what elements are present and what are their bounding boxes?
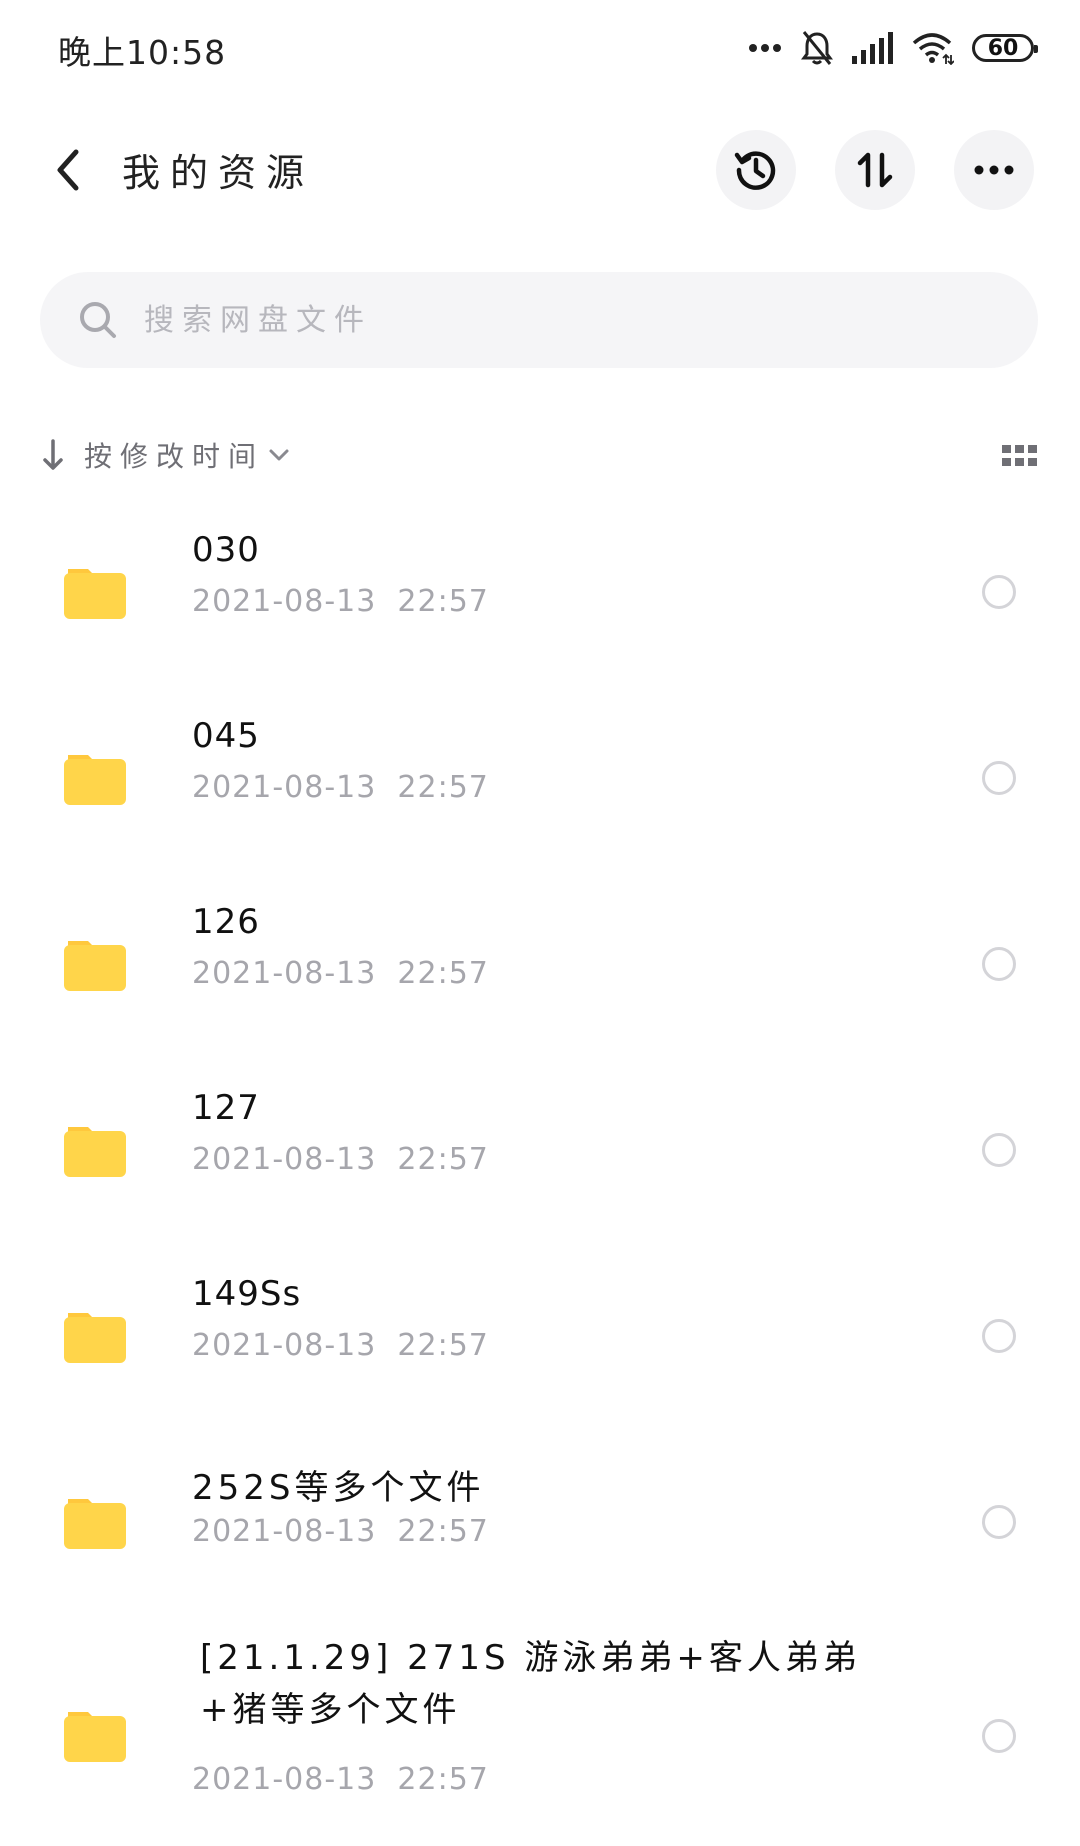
battery-level: 60 — [987, 35, 1019, 61]
status-icons: 60 — [748, 26, 1038, 70]
file-date: 2021-08-13 22:57 — [192, 584, 489, 619]
transfer-icon — [857, 152, 893, 188]
bell-off-icon — [800, 30, 834, 66]
folder-icon — [64, 1499, 126, 1549]
grid-icon — [1002, 445, 1037, 466]
select-checkbox[interactable] — [982, 1505, 1016, 1539]
file-name: [21.1.29] 271S 游泳弟弟+客人弟弟+猪等多个文件 — [200, 1638, 861, 1730]
folder-icon — [64, 1712, 126, 1762]
more-horizontal-icon — [974, 165, 1014, 175]
sort-label: 按修改时间 — [84, 440, 265, 473]
wifi-icon — [912, 31, 954, 65]
file-name: 149Ss — [192, 1274, 302, 1314]
file-date: 2021-08-13 22:57 — [192, 1142, 489, 1177]
file-list: 030 2021-08-13 22:57 045 2021-08-13 22:5… — [0, 500, 1080, 1846]
list-item[interactable]: 127 2021-08-13 22:57 — [0, 1058, 1080, 1244]
chevron-down-icon — [269, 449, 289, 461]
file-date: 2021-08-13 22:57 — [192, 1514, 489, 1549]
history-icon — [734, 151, 776, 190]
folder-icon — [64, 1127, 126, 1177]
select-checkbox[interactable] — [982, 947, 1016, 981]
select-checkbox[interactable] — [982, 1719, 1016, 1753]
list-item[interactable]: 045 2021-08-13 22:57 — [0, 686, 1080, 872]
sort-arrow-down-icon — [43, 439, 63, 470]
folder-icon — [64, 569, 126, 619]
status-time: 晚上10:58 — [58, 33, 227, 72]
file-name: 045 — [192, 716, 260, 756]
list-item[interactable]: 149Ss 2021-08-13 22:57 — [0, 1244, 1080, 1430]
folder-icon — [64, 1313, 126, 1363]
select-checkbox[interactable] — [982, 761, 1016, 795]
file-name: 252S等多个文件 — [192, 1468, 485, 1508]
file-date: 2021-08-13 22:57 — [192, 956, 489, 991]
file-name: 030 — [192, 530, 260, 570]
file-name: 127 — [192, 1088, 260, 1128]
transfer-button[interactable] — [835, 130, 915, 210]
history-button[interactable] — [716, 130, 796, 210]
file-name: 126 — [192, 902, 260, 942]
file-date: 2021-08-13 22:57 — [192, 770, 489, 805]
back-button[interactable] — [40, 142, 96, 198]
file-date: 2021-08-13 22:57 — [192, 1762, 489, 1797]
file-date: 2021-08-13 22:57 — [192, 1328, 489, 1363]
sort-toolbar: 按修改时间 — [40, 430, 1038, 480]
select-checkbox[interactable] — [982, 575, 1016, 609]
folder-icon — [64, 755, 126, 805]
sort-dropdown[interactable]: 按修改时间 — [40, 430, 290, 480]
list-item[interactable]: 252S等多个文件 2021-08-13 22:57 — [0, 1430, 1080, 1616]
page-title: 我的资源 — [122, 151, 315, 195]
search-bar[interactable] — [40, 272, 1038, 368]
status-bar: 晚上10:58 60 — [0, 0, 1080, 96]
signal-icon — [852, 32, 894, 64]
more-options-button[interactable] — [954, 130, 1034, 210]
search-input[interactable] — [142, 301, 946, 339]
more-dots-icon — [748, 43, 782, 53]
list-item[interactable]: [21.1.29] 271S 游泳弟弟+客人弟弟+猪等多个文件 2021-08-… — [0, 1616, 1080, 1846]
select-checkbox[interactable] — [982, 1133, 1016, 1167]
list-item[interactable]: 030 2021-08-13 22:57 — [0, 500, 1080, 686]
battery-indicator: 60 — [972, 34, 1038, 62]
grid-view-button[interactable] — [1002, 438, 1038, 474]
search-icon — [80, 302, 116, 338]
list-item[interactable]: 126 2021-08-13 22:57 — [0, 872, 1080, 1058]
folder-icon — [64, 941, 126, 991]
chevron-left-icon — [57, 149, 79, 191]
select-checkbox[interactable] — [982, 1319, 1016, 1353]
header: 我的资源 — [0, 120, 1080, 220]
